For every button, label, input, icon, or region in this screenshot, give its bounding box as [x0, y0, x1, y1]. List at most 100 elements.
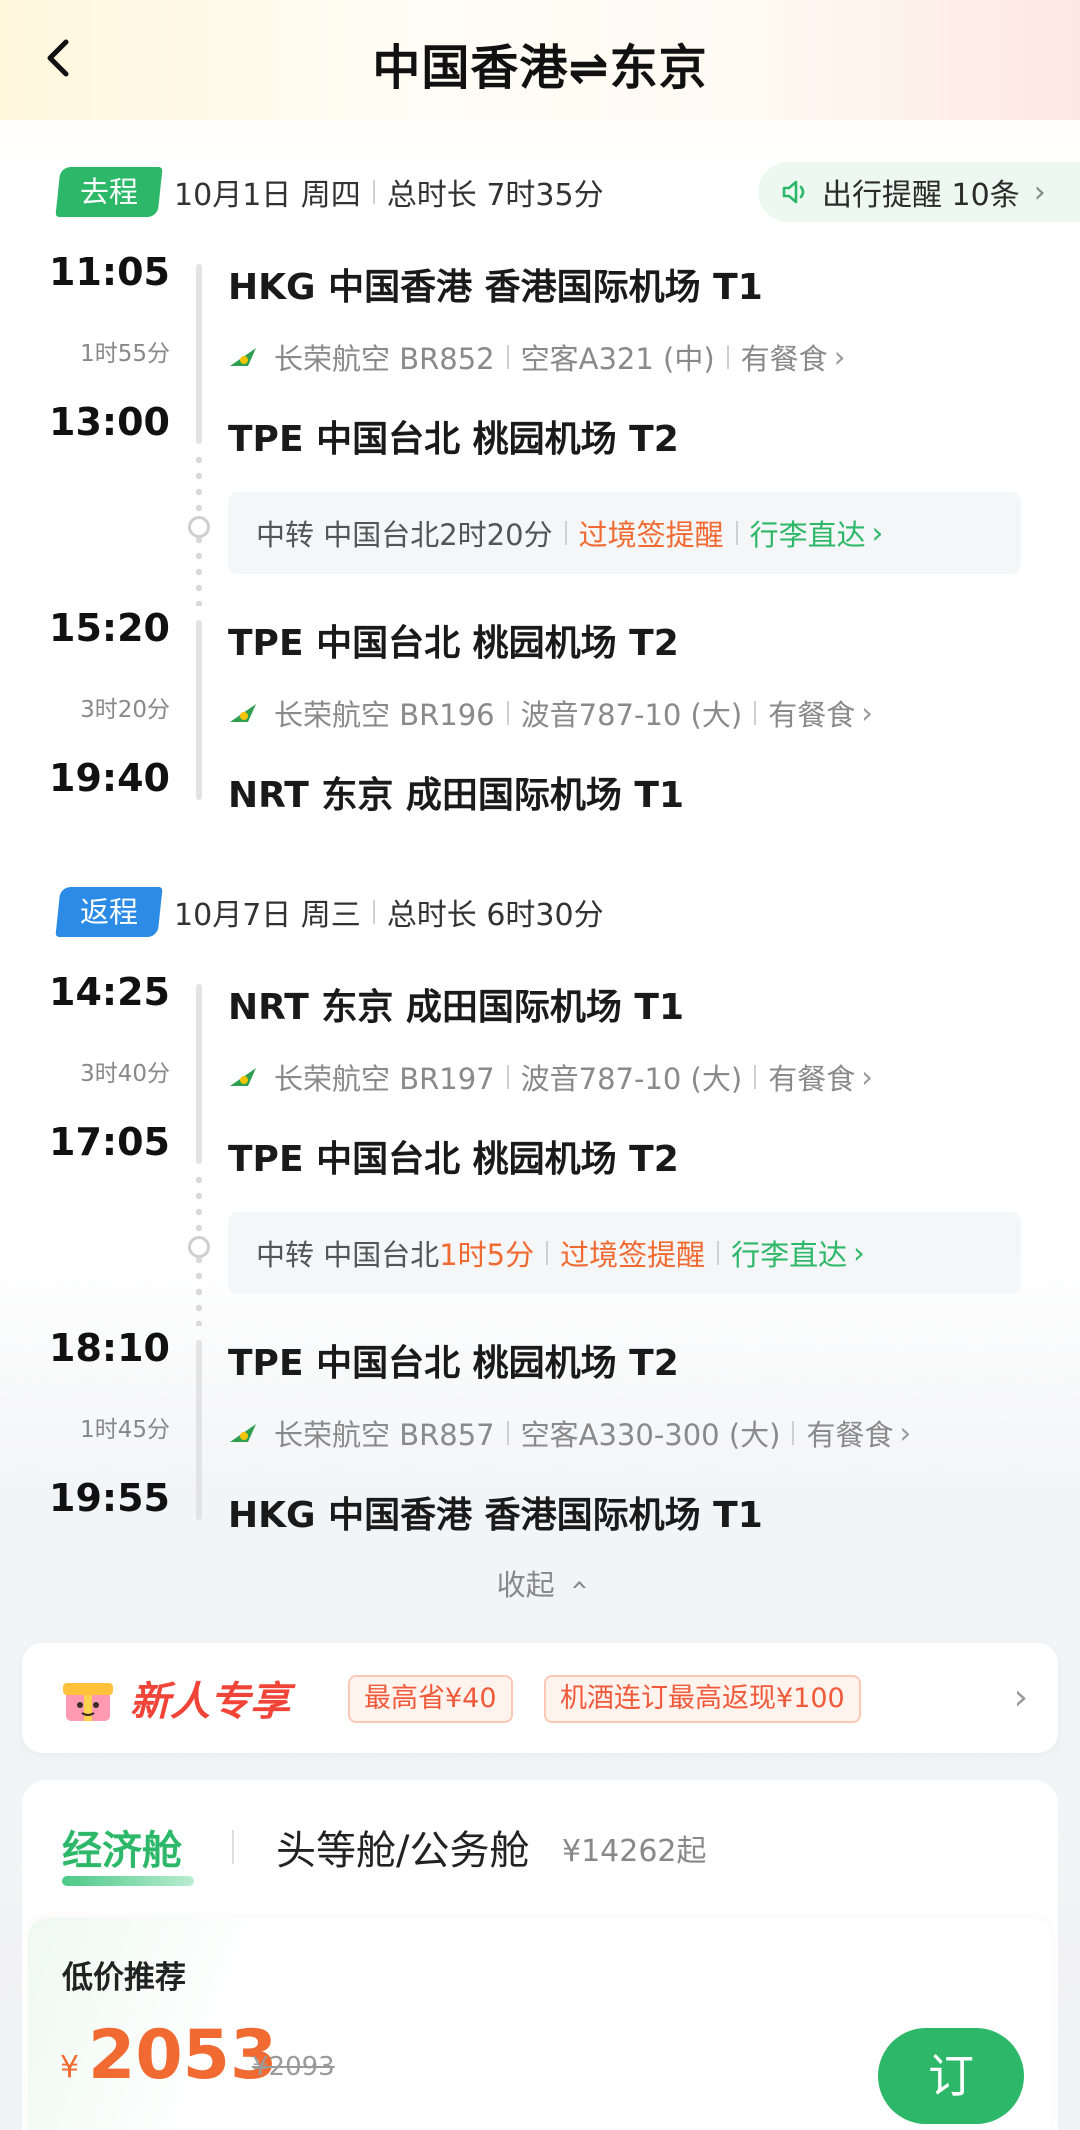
- chevron-right-icon: ›: [833, 340, 846, 374]
- divider: [735, 521, 738, 545]
- departure-time: 11:05: [49, 250, 170, 294]
- active-tab-indicator: [62, 1876, 194, 1886]
- divider: [506, 345, 509, 369]
- transfer-node: [188, 1236, 210, 1258]
- transfer-time: 1时5分: [439, 1238, 535, 1272]
- arrival-airport: HKG 中国香港 香港国际机场 T1: [228, 1495, 763, 1536]
- transfer-time: 2时20分: [439, 518, 553, 552]
- transfer-info: 中转 中国台北 1时5分 过境签提醒 行李直达 ›: [228, 1212, 1021, 1294]
- flight-duration: 3时40分: [80, 1061, 170, 1087]
- arrival-time: 17:05: [49, 1120, 170, 1164]
- departure-airport: TPE 中国台北 桃园机场 T2: [228, 1343, 679, 1384]
- chevron-up-icon: ›: [560, 1579, 595, 1591]
- currency-symbol: ¥: [60, 2050, 80, 2085]
- divider: [372, 900, 375, 924]
- departure-time: 15:20: [49, 606, 170, 650]
- business-price: ¥14262起: [562, 1834, 707, 1869]
- departure-time: 14:25: [49, 970, 170, 1014]
- departure-time: 18:10: [49, 1326, 170, 1370]
- header: 中国香港⇌东京: [0, 0, 1080, 120]
- flight-info[interactable]: 长荣航空 BR196 波音787-10 (大) 有餐食 ›: [228, 692, 873, 734]
- arrival-airport: TPE 中国台北 桃园机场 T2: [228, 419, 679, 460]
- arrival-airport: NRT 东京 成田国际机场 T1: [228, 775, 684, 816]
- timeline-line: [196, 1340, 202, 1520]
- promo-tag: 机酒连订最高返现¥100: [544, 1675, 861, 1723]
- tab-first-business[interactable]: 头等舱/公务舱: [276, 1818, 529, 1876]
- new-user-promo-banner[interactable]: 新人专享 最高省¥40 机酒连订最高返现¥100 ›: [22, 1643, 1058, 1753]
- divider: [754, 1065, 757, 1089]
- divider: [506, 1421, 509, 1445]
- timeline-line: [196, 620, 202, 800]
- divider: [506, 1065, 509, 1089]
- eva-air-logo-icon: [230, 704, 256, 722]
- promo-title: 新人专享: [130, 1679, 290, 1725]
- travel-reminder-button[interactable]: 出行提醒 10条 ›: [758, 162, 1080, 222]
- arrival-time: 13:00: [49, 400, 170, 444]
- airline-flight-no: 长荣航空 BR857: [274, 1418, 495, 1452]
- aircraft-type: 空客A330-300 (大): [520, 1418, 781, 1452]
- meal-info: 有餐食: [768, 698, 856, 732]
- transfer-city: 中转 中国台北: [256, 1238, 440, 1272]
- chevron-right-icon: ›: [1013, 1677, 1028, 1718]
- chevron-right-icon: ›: [861, 696, 873, 730]
- divider: [506, 701, 509, 725]
- tab-economy[interactable]: 经济舱: [62, 1818, 182, 1876]
- aircraft-type: 空客A321 (中): [520, 342, 715, 376]
- divider: [232, 1830, 234, 1864]
- transfer-city: 中转 中国台北: [256, 518, 440, 552]
- eva-air-logo-icon: [230, 1068, 256, 1086]
- flight-duration: 1时55分: [80, 341, 170, 367]
- baggage-through-link[interactable]: 行李直达: [750, 512, 866, 554]
- meal-info: 有餐食: [806, 1418, 894, 1452]
- chevron-right-icon: ›: [861, 1060, 873, 1094]
- divider: [726, 345, 729, 369]
- transfer-info: 中转 中国台北 2时20分 过境签提醒 行李直达 ›: [228, 492, 1021, 574]
- meal-info: 有餐食: [740, 342, 828, 376]
- divider: [372, 180, 375, 204]
- outbound-tag: 去程: [55, 167, 163, 217]
- outbound-header: 去程 10月1日 周四 总时长 7时35分: [55, 166, 604, 218]
- eva-air-logo-icon: [230, 348, 256, 366]
- flight-duration: 1时45分: [80, 1417, 170, 1443]
- eva-air-logo-icon: [230, 1424, 256, 1442]
- meal-info: 有餐食: [768, 1062, 856, 1096]
- offer-label: 低价推荐: [62, 1960, 186, 1996]
- page-title: 中国香港⇌东京: [372, 40, 708, 96]
- divider: [754, 701, 757, 725]
- return-header: 返程 10月7日 周三 总时长 6时30分: [55, 886, 604, 938]
- collapse-button[interactable]: 收起 ›: [0, 1562, 1080, 1604]
- return-date: 10月7日 周三: [174, 898, 361, 933]
- chevron-right-icon: ›: [899, 1416, 912, 1450]
- divider: [546, 1241, 549, 1265]
- promo-tag: 最高省¥40: [348, 1675, 513, 1723]
- low-price-offer: 低价推荐 ¥ 2053 ¥2093 订: [28, 1918, 1052, 2130]
- departure-airport: NRT 东京 成田国际机场 T1: [228, 987, 684, 1028]
- divider: [792, 1421, 795, 1445]
- departure-airport: TPE 中国台北 桃园机场 T2: [228, 623, 679, 664]
- original-price: ¥2093: [252, 2052, 335, 2082]
- timeline-line: [196, 984, 202, 1164]
- flight-info[interactable]: 长荣航空 BR857 空客A330-300 (大) 有餐食 ›: [228, 1412, 911, 1454]
- arrival-time: 19:40: [49, 756, 170, 800]
- flight-duration: 3时20分: [80, 697, 170, 723]
- transit-visa-link[interactable]: 过境签提醒: [560, 1232, 705, 1274]
- book-button[interactable]: 订: [878, 2028, 1024, 2124]
- outbound-date: 10月1日 周四: [174, 178, 361, 213]
- arrival-airport: TPE 中国台北 桃园机场 T2: [228, 1139, 679, 1180]
- aircraft-type: 波音787-10 (大): [520, 698, 743, 732]
- baggage-through-link[interactable]: 行李直达: [731, 1232, 847, 1274]
- transit-visa-link[interactable]: 过境签提醒: [579, 512, 724, 554]
- offer-price: 2053: [88, 2016, 278, 2095]
- divider: [564, 521, 567, 545]
- collapse-label: 收起: [496, 1568, 555, 1602]
- outbound-total-duration: 总时长 7时35分: [386, 178, 604, 213]
- arrival-time: 19:55: [49, 1476, 170, 1520]
- chevron-right-icon: ›: [853, 1236, 865, 1270]
- return-tag: 返程: [55, 887, 163, 937]
- flight-info[interactable]: 长荣航空 BR852 空客A321 (中) 有餐食 ›: [228, 336, 845, 378]
- flight-info[interactable]: 长荣航空 BR197 波音787-10 (大) 有餐食 ›: [228, 1056, 873, 1098]
- airline-flight-no: 长荣航空 BR197: [274, 1062, 495, 1096]
- return-total-duration: 总时长 6时30分: [386, 898, 604, 933]
- departure-airport: HKG 中国香港 香港国际机场 T1: [228, 267, 763, 308]
- airline-flight-no: 长荣航空 BR196: [274, 698, 495, 732]
